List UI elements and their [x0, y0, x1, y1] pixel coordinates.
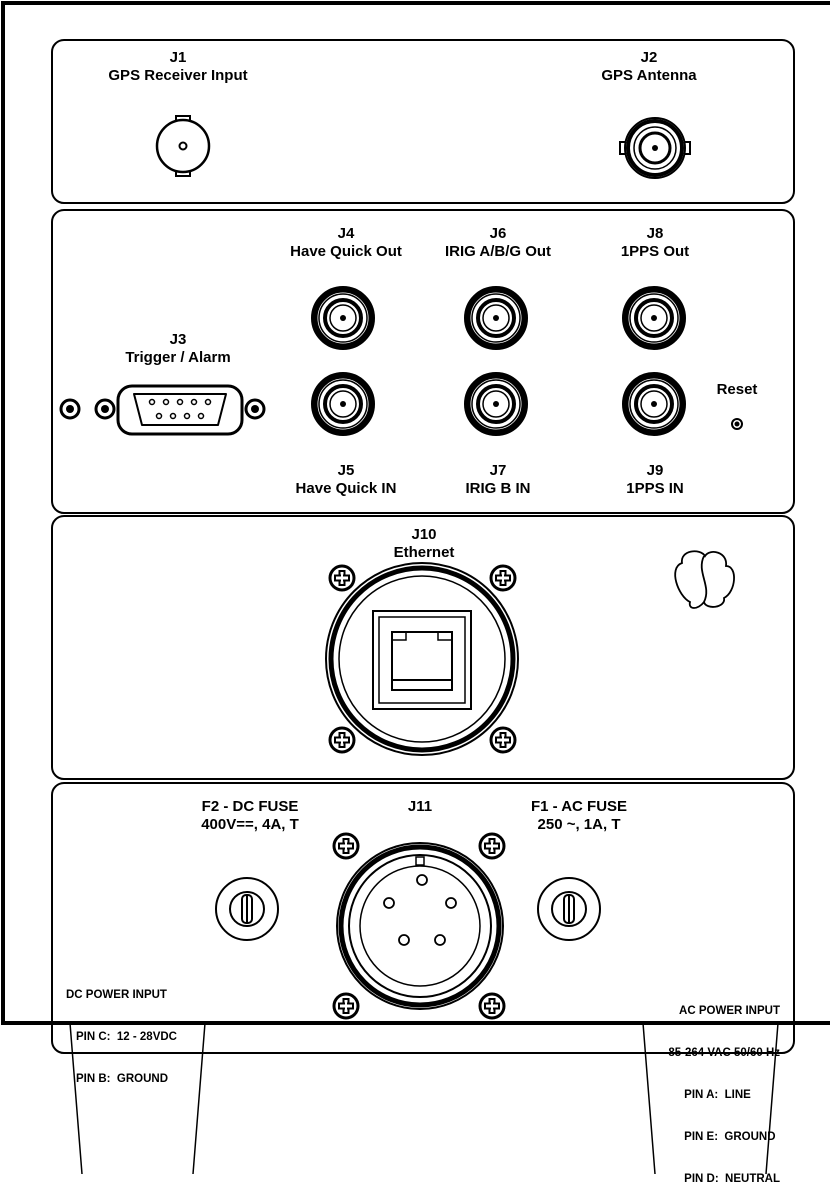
j3-db9-connector: [59, 384, 266, 436]
j1-id: J1: [169, 49, 187, 66]
dc-power-pin-c: PIN C: 12 - 28VDC: [76, 1031, 177, 1043]
j8-bnc-connector: [623, 287, 685, 349]
j8-label: J8 1PPS Out: [621, 225, 689, 261]
ac-power-pin-e: PIN E: GROUND: [684, 1131, 776, 1143]
ac-power-pin-a: PIN A: LINE: [684, 1089, 751, 1101]
ac-power-spec: 85-264 VAC 50/60 Hz: [668, 1047, 780, 1059]
j2-name: GPS Antenna: [601, 67, 697, 84]
ground-symbol-icon: [674, 550, 735, 609]
screw-icon: [332, 832, 360, 860]
dc-power-info: DC POWER INPUT PIN C: 12 - 28VDC PIN B: …: [66, 960, 177, 1100]
j10-name: Ethernet: [393, 544, 455, 561]
f2-dc-fuse-holder: [215, 877, 279, 941]
j5-name: Have Quick IN: [295, 480, 397, 497]
j2-label: J2 GPS Antenna: [601, 49, 696, 85]
j9-label: J9 1PPS IN: [626, 462, 684, 498]
j11-power-connector: [332, 832, 506, 1020]
j8-id: J8: [646, 225, 664, 242]
dc-power-pin-b: PIN B: GROUND: [76, 1073, 168, 1085]
screw-icon: [478, 832, 506, 860]
j9-name: 1PPS IN: [626, 480, 684, 497]
reset-pinhole[interactable]: [731, 418, 743, 430]
reset-label: Reset: [716, 381, 758, 398]
j7-id: J7: [489, 462, 507, 479]
j11-label: J11: [408, 798, 432, 816]
j5-id: J5: [337, 462, 355, 479]
ac-power-pin-d: PIN D: NEUTRAL: [684, 1173, 780, 1185]
j3-name: Trigger / Alarm: [125, 349, 231, 366]
j7-name: IRIG B IN: [465, 480, 531, 497]
j8-name: 1PPS Out: [620, 243, 690, 260]
j1-label: J1 GPS Receiver Input: [108, 49, 247, 85]
screw-icon: [328, 564, 356, 592]
f1-rating: 250 ~, 1A, T: [537, 816, 621, 833]
j7-label: J7 IRIG B IN: [465, 462, 530, 498]
f2-title: F2 - DC FUSE: [201, 798, 299, 815]
j9-id: J9: [646, 462, 664, 479]
j6-name: IRIG A/B/G Out: [444, 243, 552, 260]
f1-ac-fuse-holder: [537, 877, 601, 941]
j11-id: J11: [407, 798, 433, 815]
j3-id: J3: [169, 331, 187, 348]
ac-power-title: AC POWER INPUT: [679, 1005, 780, 1017]
f1-title: F1 - AC FUSE: [530, 798, 628, 815]
j4-id: J4: [337, 225, 355, 242]
j6-label: J6 IRIG A/B/G Out: [445, 225, 551, 261]
f1-fuse-label: F1 - AC FUSE 250 ~, 1A, T: [531, 798, 627, 834]
j4-name: Have Quick Out: [290, 243, 402, 260]
j4-label: J4 Have Quick Out: [290, 225, 402, 261]
j3-label: J3 Trigger / Alarm: [125, 331, 230, 367]
j5-label: J5 Have Quick IN: [296, 462, 397, 498]
j6-bnc-connector: [465, 287, 527, 349]
screw-icon: [328, 726, 356, 754]
j6-id: J6: [489, 225, 507, 242]
f2-fuse-label: F2 - DC FUSE 400V==, 4A, T: [201, 798, 299, 834]
j9-bnc-connector: [623, 373, 685, 435]
j10-ethernet-connector: [325, 562, 519, 756]
ac-power-info: AC POWER INPUT 85-264 VAC 50/60 Hz PIN A…: [656, 976, 780, 1200]
f2-rating: 400V==, 4A, T: [201, 816, 299, 833]
screw-icon: [478, 992, 506, 1020]
dc-power-title: DC POWER INPUT: [66, 989, 167, 1001]
j5-bnc-connector: [312, 373, 374, 435]
j10-id: J10: [411, 526, 437, 543]
j2-id: J2: [640, 49, 658, 66]
j2-tnc-connector: [619, 117, 691, 179]
j1-name: GPS Receiver Input: [108, 67, 248, 84]
j10-label: J10 Ethernet: [394, 526, 455, 562]
screw-icon: [332, 992, 360, 1020]
screw-icon: [489, 564, 517, 592]
screw-icon: [489, 726, 517, 754]
j1-bnc-connector: [155, 115, 211, 177]
j7-bnc-connector: [465, 373, 527, 435]
j4-bnc-connector: [312, 287, 374, 349]
